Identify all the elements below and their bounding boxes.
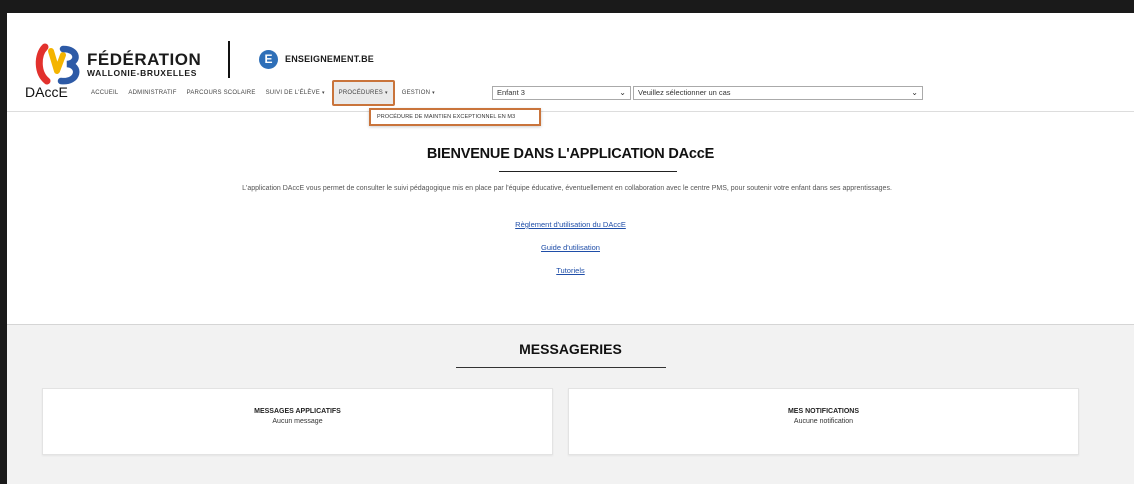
link-reglement[interactable]: Règlement d'utilisation du DAccE: [7, 220, 1134, 229]
case-select[interactable]: Veuillez sélectionner un cas ⌄: [633, 86, 923, 100]
logo-divider: [228, 41, 230, 78]
nav-administratif[interactable]: ADMINISTRATIF: [123, 82, 181, 104]
caret-down-icon: ▾: [321, 90, 325, 96]
child-select-value: Enfant 3: [497, 88, 525, 97]
nav-parcours-scolaire[interactable]: PARCOURS SCOLAIRE: [182, 82, 261, 104]
nav-label: PROCÉDURES: [338, 90, 383, 96]
enseignement-name: ENSEIGNEMENT.BE: [285, 54, 375, 64]
welcome-title-underline: [499, 171, 677, 172]
window-top-border: [0, 0, 1134, 13]
fwb-name-line2: WALLONIE-BRUXELLES: [87, 68, 197, 78]
nav-label: ADMINISTRATIF: [128, 90, 177, 96]
window-left-border: [0, 0, 7, 484]
card-messages-applicatifs[interactable]: MESSAGES APPLICATIFS Aucun message: [42, 388, 553, 455]
messaging-title: MESSAGERIES: [519, 341, 622, 357]
card-subtitle: Aucune notification: [793, 418, 854, 425]
caret-down-icon: ▾: [432, 90, 435, 96]
fwb-logo-icon: [35, 43, 80, 85]
browser-viewport: FÉDÉRATION WALLONIE-BRUXELLES E ENSEIGNE…: [0, 0, 1134, 484]
main-nav: ACCUEIL ADMINISTRATIF PARCOURS SCOLAIRE …: [86, 80, 440, 106]
app-brand[interactable]: DAccE: [25, 84, 68, 100]
nav-label: ACCUEIL: [91, 90, 119, 96]
enseignement-e-icon: E: [259, 50, 278, 69]
caret-down-icon: ▾: [385, 90, 388, 96]
nav-accueil[interactable]: ACCUEIL: [86, 82, 123, 104]
chevron-down-icon: ⌄: [911, 88, 918, 97]
chevron-down-icon: ⌄: [619, 88, 626, 97]
child-select[interactable]: Enfant 3 ⌄: [492, 86, 631, 100]
card-mes-notifications[interactable]: MES NOTIFICATIONS Aucune notification: [568, 388, 1079, 455]
messaging-title-underline: [456, 367, 666, 368]
dropdown-item-maintien-exceptionnel[interactable]: PROCÉDURE DE MAINTIEN EXCEPTIONNEL EN M3: [369, 108, 541, 126]
nav-gestion[interactable]: GESTION ▾: [397, 82, 440, 104]
card-subtitle: Aucun message: [272, 418, 323, 425]
link-guide[interactable]: Guide d'utilisation: [7, 243, 1134, 252]
card-title: MESSAGES APPLICATIFS: [254, 408, 341, 415]
nav-label: PARCOURS SCOLAIRE: [186, 90, 256, 96]
fwb-logo[interactable]: FÉDÉRATION WALLONIE-BRUXELLES: [35, 41, 215, 87]
link-tutoriels[interactable]: Tutoriels: [7, 266, 1134, 275]
nav-label: GESTION: [401, 90, 431, 96]
case-select-value: Veuillez sélectionner un cas: [638, 88, 731, 97]
nav-suivi-eleve[interactable]: SUIVI DE L'ÉLÈVE ▾: [261, 82, 330, 104]
nav-procedures[interactable]: PROCÉDURES ▾: [331, 80, 395, 106]
welcome-title: BIENVENUE DANS L'APPLICATION DAccE: [426, 146, 715, 162]
nav-label: SUIVI DE L'ÉLÈVE: [265, 90, 320, 96]
welcome-description: L'application DAccE vous permet de consu…: [242, 185, 892, 192]
card-title: MES NOTIFICATIONS: [787, 408, 860, 415]
header-divider: [7, 111, 1134, 112]
fwb-name-line1: FÉDÉRATION: [87, 50, 202, 69]
messaging-section: MESSAGERIES MESSAGES APPLICATIFS Aucun m…: [7, 324, 1134, 484]
